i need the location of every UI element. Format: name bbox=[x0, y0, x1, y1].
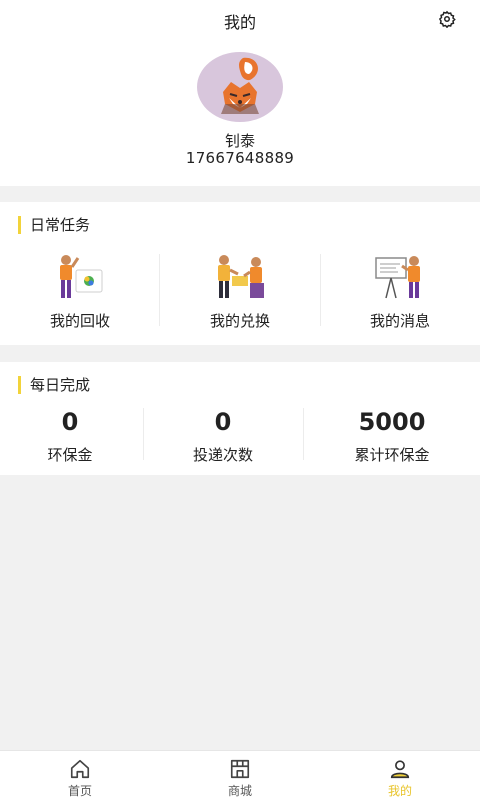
task-my-messages[interactable]: 我的消息 bbox=[320, 250, 480, 336]
stat-label: 投递次数 bbox=[192, 446, 253, 464]
recycle-illustration-icon bbox=[60, 255, 103, 298]
stat-delivery-count: 0 投递次数 bbox=[143, 406, 303, 465]
tab-home[interactable]: 首页 bbox=[0, 751, 160, 800]
daily-completion-card: 每日完成 0 环保金 0 投递次数 5000 累计环保金 bbox=[0, 362, 480, 475]
stat-total-eco-coins: 5000 累计环保金 bbox=[312, 406, 472, 465]
section-title-daily-completion: 每日完成 bbox=[18, 376, 90, 394]
page-title: 我的 bbox=[223, 13, 256, 32]
task-my-recycle[interactable]: 我的回收 bbox=[0, 250, 160, 336]
section-title-daily-tasks: 日常任务 bbox=[18, 216, 90, 234]
tab-mine[interactable]: 我的 bbox=[320, 751, 480, 800]
user-icon bbox=[390, 760, 410, 779]
stat-value: 0 bbox=[214, 408, 232, 436]
stat-label: 环保金 bbox=[47, 446, 93, 464]
profile-header: 我的 钊泰 17667648889 bbox=[0, 0, 480, 186]
stat-label: 累计环保金 bbox=[354, 446, 430, 464]
username: 钊泰 bbox=[224, 132, 255, 150]
tab-label-home: 首页 bbox=[67, 784, 92, 798]
gear-icon[interactable] bbox=[438, 10, 456, 28]
task-label-my-recycle: 我的回收 bbox=[49, 312, 110, 330]
tab-label-shop: 商城 bbox=[227, 784, 252, 798]
daily-tasks-card: 日常任务 我的回收 我的兑换 我的消息 bbox=[0, 202, 480, 345]
stat-value: 5000 bbox=[358, 408, 426, 436]
avatar[interactable] bbox=[197, 52, 283, 122]
home-icon bbox=[70, 759, 90, 779]
tab-label-mine: 我的 bbox=[387, 784, 412, 798]
stat-value: 0 bbox=[61, 408, 79, 436]
shop-icon bbox=[230, 759, 250, 779]
tab-shop[interactable]: 商城 bbox=[160, 751, 320, 800]
task-label-my-exchange: 我的兑换 bbox=[209, 312, 270, 330]
message-illustration-icon bbox=[375, 256, 420, 299]
bottom-tab-bar: 首页 商城 我的 bbox=[0, 750, 480, 800]
task-my-exchange[interactable]: 我的兑换 bbox=[160, 250, 320, 336]
task-label-my-messages: 我的消息 bbox=[369, 312, 430, 330]
divider bbox=[303, 408, 304, 460]
fox-avatar-icon bbox=[221, 57, 259, 114]
stat-eco-coins: 0 环保金 bbox=[0, 406, 150, 465]
exchange-illustration-icon bbox=[218, 255, 264, 298]
phone-number: 17667648889 bbox=[185, 149, 295, 167]
